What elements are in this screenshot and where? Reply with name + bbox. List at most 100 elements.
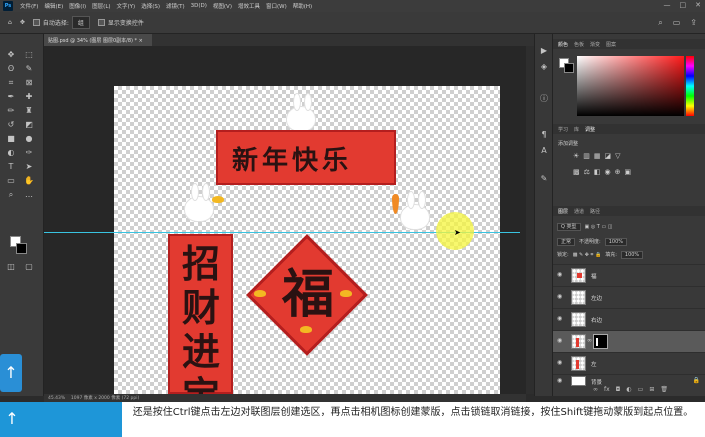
history-brush-tool-icon[interactable]: ↺ bbox=[6, 120, 16, 130]
lock-icons[interactable]: ▩ ✎ ✥ ⌗ 🔒 bbox=[573, 252, 602, 258]
tab-channels[interactable]: 通道 bbox=[574, 208, 584, 215]
color-balance-icon[interactable]: ⚖ bbox=[584, 168, 590, 176]
menu-window[interactable]: 窗口(W) bbox=[263, 2, 290, 10]
workspace-icon[interactable]: ▭ bbox=[673, 18, 681, 28]
info-icon[interactable]: ⓘ bbox=[539, 94, 549, 104]
group-icon[interactable]: ▭ bbox=[638, 386, 644, 393]
pen-tool-icon[interactable]: ✑ bbox=[24, 148, 34, 158]
filter-icons[interactable]: ▣ ◎ T ▭ ◫ bbox=[585, 224, 613, 230]
share-icon[interactable]: ⇪ bbox=[690, 18, 697, 28]
brush-settings-icon[interactable]: ✎ bbox=[539, 174, 549, 184]
menu-layer[interactable]: 图层(L) bbox=[89, 2, 113, 10]
fill-input[interactable]: 100% bbox=[620, 250, 644, 259]
hue-saturation-icon[interactable]: ▩ bbox=[573, 168, 580, 176]
layer-name[interactable]: 左边 bbox=[591, 294, 602, 302]
layer-name[interactable]: 背景 bbox=[591, 378, 602, 386]
gradient-tool-icon[interactable]: ■ bbox=[6, 134, 16, 144]
screen-mode-icon[interactable]: ▢ bbox=[24, 262, 34, 272]
panel-background-swatch[interactable] bbox=[564, 63, 574, 73]
tab-paths[interactable]: 路径 bbox=[590, 208, 600, 215]
link-layers-icon[interactable]: ∞ bbox=[593, 386, 598, 393]
channel-mixer-icon[interactable]: ⊕ bbox=[615, 168, 621, 176]
frame-tool-icon[interactable]: ⊠ bbox=[24, 78, 34, 88]
vibrance-icon[interactable]: ▽ bbox=[615, 152, 620, 160]
adjust-icon[interactable]: ◈ bbox=[539, 62, 549, 72]
more-tools-icon[interactable]: … bbox=[24, 190, 34, 200]
add-mask-icon[interactable]: ◘ bbox=[616, 386, 621, 393]
black-white-icon[interactable]: ◧ bbox=[594, 168, 601, 176]
character-icon[interactable]: A bbox=[539, 146, 549, 156]
show-transform-checkbox[interactable] bbox=[97, 19, 105, 26]
layer-row-selected[interactable]: ◉ ∞ bbox=[553, 330, 705, 352]
menu-type[interactable]: 文字(Y) bbox=[114, 2, 139, 10]
layer-row[interactable]: ◉ 左边 bbox=[553, 286, 705, 308]
type-tool-icon[interactable]: T bbox=[6, 162, 16, 172]
photo-filter-icon[interactable]: ◉ bbox=[605, 168, 611, 176]
chain-icon[interactable]: ∞ bbox=[587, 337, 592, 344]
blend-mode-select[interactable]: 正常 bbox=[557, 237, 576, 246]
tab-layers[interactable]: 图层 bbox=[558, 208, 568, 215]
layer-row[interactable]: ◉ 左 bbox=[553, 352, 705, 374]
dodge-tool-icon[interactable]: ◐ bbox=[6, 148, 16, 158]
eye-icon[interactable]: ◉ bbox=[557, 293, 562, 300]
eye-icon[interactable]: ◉ bbox=[557, 359, 562, 366]
tab-learn[interactable]: 学习 bbox=[558, 126, 568, 133]
layer-name[interactable]: 福 bbox=[591, 272, 597, 280]
healing-tool-icon[interactable]: ✚ bbox=[24, 92, 34, 102]
overlay-up-button[interactable]: ↑ bbox=[0, 354, 22, 392]
opacity-input[interactable]: 100% bbox=[604, 237, 627, 246]
minimize-button[interactable]: — bbox=[664, 1, 671, 9]
menu-image[interactable]: 图像(I) bbox=[66, 2, 89, 10]
close-button[interactable]: ✕ bbox=[695, 1, 701, 9]
move-tool-icon[interactable]: ✥ bbox=[6, 50, 16, 60]
trash-icon[interactable]: 🗑 bbox=[660, 386, 668, 393]
layer-name[interactable]: 左 bbox=[591, 360, 597, 368]
marquee-tool-icon[interactable]: ⬚ bbox=[24, 50, 34, 60]
eye-icon[interactable]: ◉ bbox=[557, 271, 562, 278]
path-select-tool-icon[interactable]: ➤ bbox=[24, 162, 34, 172]
auto-select-checkbox[interactable] bbox=[32, 19, 40, 26]
tab-libraries[interactable]: 库 bbox=[574, 126, 579, 133]
tab-swatches[interactable]: 色板 bbox=[574, 41, 584, 48]
move-tool-preset-icon[interactable]: ✥ bbox=[20, 19, 25, 26]
background-color-swatch[interactable] bbox=[16, 243, 27, 254]
stamp-tool-icon[interactable]: ♜ bbox=[24, 106, 34, 116]
menu-file[interactable]: 文件(F) bbox=[17, 2, 41, 10]
brightness-icon[interactable]: ☀ bbox=[573, 152, 579, 160]
hue-slider[interactable] bbox=[686, 56, 694, 116]
home-icon[interactable]: ⌂ bbox=[8, 19, 12, 26]
layer-name[interactable]: 右边 bbox=[591, 316, 602, 324]
tab-color[interactable]: 颜色 bbox=[558, 41, 568, 48]
lasso-tool-icon[interactable]: ʘ bbox=[6, 64, 16, 74]
fx-icon[interactable]: fx bbox=[604, 386, 610, 393]
menu-3d[interactable]: 3D(D) bbox=[188, 3, 210, 9]
play-icon[interactable]: ▶ bbox=[539, 46, 549, 56]
quick-mask-icon[interactable]: ◫ bbox=[6, 262, 16, 272]
menu-view[interactable]: 视图(V) bbox=[210, 2, 235, 10]
levels-icon[interactable]: ▥ bbox=[583, 152, 590, 160]
hand-tool-icon[interactable]: ✋ bbox=[24, 176, 34, 186]
menu-edit[interactable]: 编辑(E) bbox=[41, 2, 66, 10]
color-picker-field[interactable] bbox=[577, 56, 684, 116]
layer-mask-thumbnail[interactable] bbox=[593, 334, 608, 349]
exposure-icon[interactable]: ◪ bbox=[605, 152, 612, 160]
menu-select[interactable]: 选择(S) bbox=[138, 2, 163, 10]
eye-icon[interactable]: ◉ bbox=[557, 337, 562, 344]
layer-row[interactable]: ◉ 右边 bbox=[553, 308, 705, 330]
zoom-level[interactable]: 45.43% bbox=[48, 396, 65, 401]
adjustment-layer-icon[interactable]: ◐ bbox=[626, 386, 631, 393]
color-lookup-icon[interactable]: ▣ bbox=[625, 168, 632, 176]
maximize-button[interactable]: □ bbox=[680, 1, 687, 9]
layer-kind-filter[interactable]: Q 类型 bbox=[557, 222, 581, 231]
tab-gradient[interactable]: 渐变 bbox=[590, 41, 600, 48]
tab-pattern[interactable]: 图案 bbox=[606, 41, 616, 48]
crop-tool-icon[interactable]: ⌗ bbox=[6, 78, 16, 88]
curves-icon[interactable]: ▦ bbox=[594, 152, 601, 160]
caption-up-icon[interactable]: ↑ bbox=[2, 404, 22, 434]
eraser-tool-icon[interactable]: ◩ bbox=[24, 120, 34, 130]
new-layer-icon[interactable]: ⊞ bbox=[649, 386, 654, 393]
menu-filter[interactable]: 滤镜(T) bbox=[163, 2, 188, 10]
zoom-tool-icon[interactable]: ⌕ bbox=[6, 190, 16, 200]
layer-row[interactable]: ◉ 福 bbox=[553, 264, 705, 286]
blur-tool-icon[interactable]: ● bbox=[24, 134, 34, 144]
